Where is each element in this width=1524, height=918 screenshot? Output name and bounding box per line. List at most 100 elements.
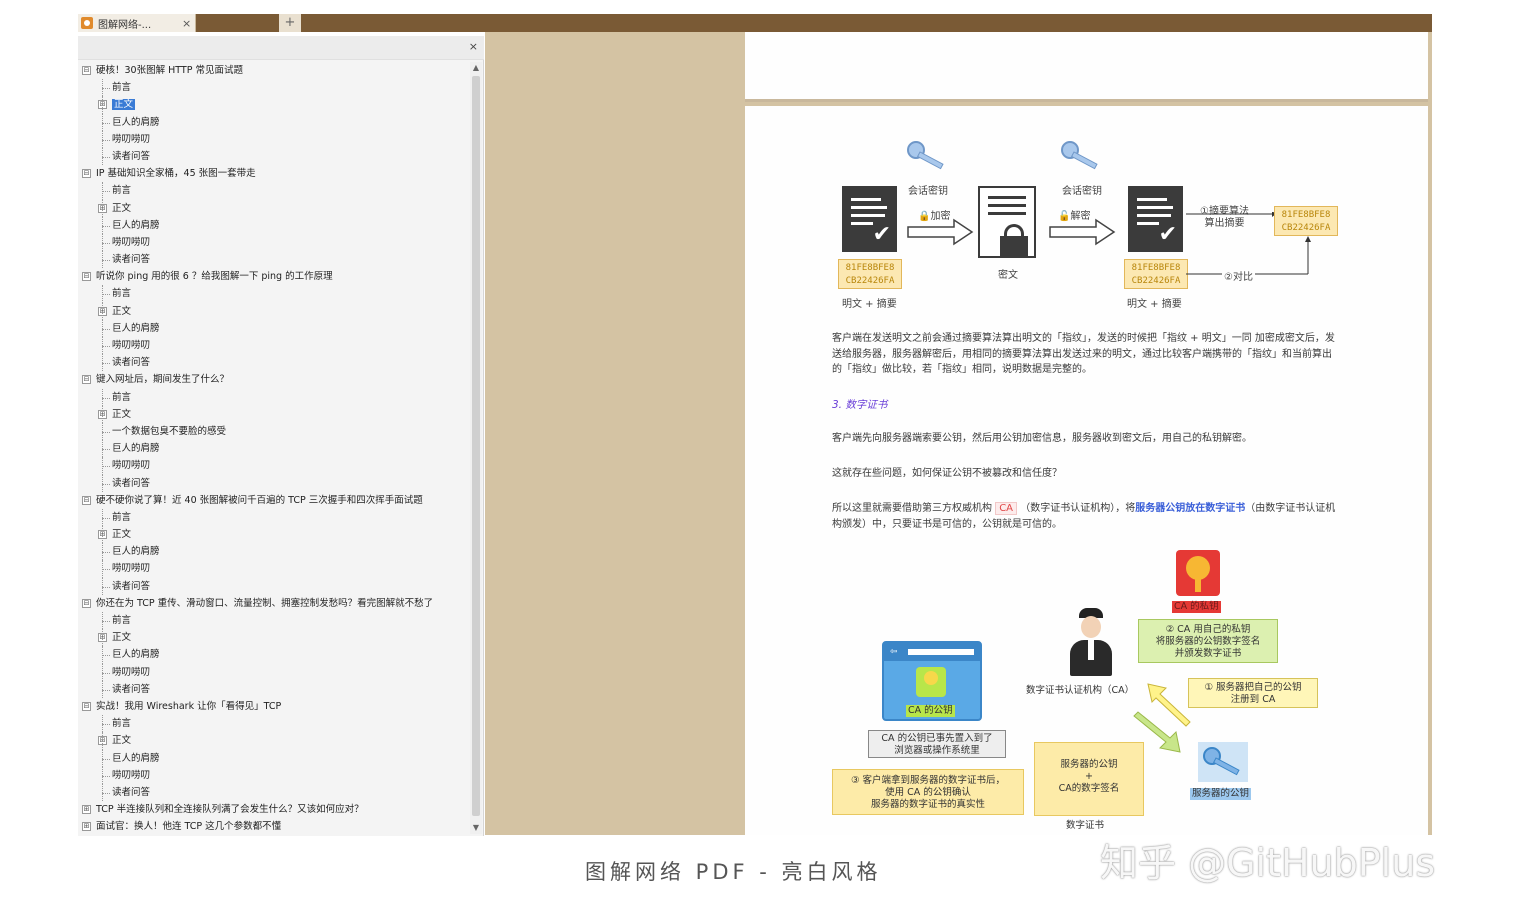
outline-section[interactable]: 读者问答 — [82, 354, 468, 372]
ca-private-key-icon — [1176, 550, 1220, 596]
close-tab-icon[interactable]: × — [182, 17, 191, 30]
outline-section[interactable]: 前言 — [82, 79, 468, 97]
collapse-icon[interactable]: ⊟ — [82, 375, 91, 385]
new-tab-button[interactable]: + — [279, 14, 301, 32]
outline-section[interactable]: 前言 — [82, 285, 468, 303]
outline-section[interactable]: 读者问答 — [82, 783, 468, 802]
outline-item-label: 巨人的肩膀 — [112, 443, 160, 455]
outline-panel: × ⊟ 硬核！30张图解 HTTP 常见面试题 前言 ⊞ 正文 巨人的肩膀 唠叨唠叨 读者问答… — [78, 36, 484, 836]
outline-section[interactable]: 读者问答 — [82, 680, 468, 698]
outline-section[interactable]: ⊞ 正文 — [82, 405, 468, 423]
collapse-icon[interactable]: ⊟ — [82, 495, 91, 505]
outline-chapter[interactable]: ⊞ 面试官：换人！他连 TCP 这几个参数都不懂 — [82, 818, 468, 835]
tree-branch-line — [102, 96, 103, 114]
outline-header: × — [78, 36, 484, 60]
scroll-down-icon[interactable]: ▼ — [470, 822, 482, 834]
outline-section[interactable]: 唠叨唠叨 — [82, 766, 468, 784]
outline-chapter[interactable]: ⊟ 硬不硬你说了算！近 40 张图解被问千百遍的 TCP 三次握手和四次挥手面试题 — [82, 492, 468, 509]
outline-section[interactable]: 唠叨唠叨 — [82, 130, 468, 148]
outline-section[interactable]: 读者问答 — [82, 147, 468, 166]
server-certificate-box: 服务器的公钥 + CA的数字签名 — [1034, 742, 1144, 816]
tree-branch-line — [102, 732, 103, 750]
outline-chapter[interactable]: ⊟ 你还在为 TCP 重传、滑动窗口、流量控制、拥塞控制发愁吗？看完图解就不愁了 — [82, 595, 468, 612]
outline-section[interactable]: 唠叨唠叨 — [82, 233, 468, 252]
outline-section[interactable]: 巨人的肩膀 — [82, 216, 468, 234]
outline-section[interactable]: 读者问答 — [82, 251, 468, 269]
tree-stub-line — [102, 397, 110, 399]
outline-chapter[interactable]: ⊞ TCP 半连接队列和全连接队列满了会发生什么？又该如何应对？ — [82, 801, 468, 818]
outline-section[interactable]: ⊞ 正文 — [82, 302, 468, 320]
close-outline-icon[interactable]: × — [469, 40, 478, 53]
expand-icon[interactable]: ⊞ — [82, 822, 91, 832]
tree-stub-line — [102, 792, 110, 794]
outline-section[interactable]: 前言 — [82, 182, 468, 200]
outline-section[interactable]: 唠叨唠叨 — [82, 560, 468, 578]
outline-chapter[interactable]: ⊟ IP 基础知识全家桶，45 张图一套带走 — [82, 165, 468, 182]
outline-section[interactable]: 巨人的肩膀 — [82, 646, 468, 664]
previous-page — [745, 32, 1428, 102]
hash-box-middle: 81FE8BFE8 CB22426FA — [1124, 259, 1188, 289]
outline-section[interactable]: ⊞ 正文 — [82, 199, 468, 217]
expand-icon[interactable]: ⊞ — [82, 805, 91, 815]
app-icon — [81, 17, 93, 29]
collapse-icon[interactable]: ⊟ — [82, 701, 91, 711]
outline-item-label: 巨人的肩膀 — [112, 116, 160, 128]
outline-section[interactable]: ⊞ 正文 — [82, 629, 468, 647]
collapse-icon[interactable]: ⊟ — [82, 169, 91, 179]
outline-item-label: 正文 — [112, 202, 132, 214]
outline-chapter[interactable]: ⊟ 硬核！30张图解 HTTP 常见面试题 — [82, 62, 468, 79]
outline-section[interactable]: 唠叨唠叨 — [82, 337, 468, 355]
outline-section[interactable]: 唠叨唠叨 — [82, 457, 468, 475]
collapse-icon[interactable]: ⊟ — [82, 66, 91, 75]
outline-item-label: 前言 — [112, 288, 132, 300]
outline-section[interactable]: 前言 — [82, 388, 468, 406]
outline-section[interactable]: 巨人的肩膀 — [82, 319, 468, 337]
outline-section[interactable]: 巨人的肩膀 — [82, 543, 468, 561]
outline-item-label: 唠叨唠叨 — [112, 460, 151, 472]
ciphertext-document-icon — [978, 186, 1036, 258]
tree-stub-line — [102, 552, 110, 554]
tree-stub-line — [102, 294, 110, 296]
tree-stub-line — [102, 225, 110, 227]
outline-section[interactable]: 前言 — [82, 715, 468, 733]
server-public-key-label: 服务器的公钥 — [1190, 788, 1252, 800]
document-tab[interactable]: 图解网络-... × — [78, 14, 196, 32]
outline-section[interactable]: 唠叨唠叨 — [82, 663, 468, 681]
outline-section[interactable]: 读者问答 — [82, 474, 468, 492]
outline-section[interactable]: 巨人的肩膀 — [82, 749, 468, 767]
outline-section[interactable]: 前言 — [82, 612, 468, 630]
tree-stub-line — [102, 466, 110, 468]
tree-stub-line — [102, 621, 110, 622]
ca-public-key-label: CA 的公钥 — [906, 705, 955, 717]
outline-section[interactable]: 巨人的肩膀 — [82, 440, 468, 458]
outline-section[interactable]: ⊞ 正文 — [82, 526, 468, 544]
outline-item-label: 读者问答 — [112, 150, 151, 162]
outline-item-label: 正文 — [112, 408, 132, 420]
scroll-up-icon[interactable]: ▲ — [470, 62, 482, 74]
scroll-thumb[interactable] — [472, 76, 480, 816]
collapse-icon[interactable]: ⊟ — [82, 272, 91, 282]
outline-section[interactable]: ⊞ 正文 — [82, 732, 468, 750]
outline-section[interactable]: 巨人的肩膀 — [82, 113, 468, 131]
tree-stub-line — [102, 655, 110, 657]
tree-stub-line — [102, 88, 110, 90]
outline-section[interactable]: ⊞ 正文 — [82, 96, 468, 114]
collapse-icon[interactable]: ⊟ — [82, 598, 91, 608]
outline-item-label: 读者问答 — [112, 477, 151, 489]
outline-item-label: 硬不硬你说了算！近 40 张图解被问千百遍的 TCP 三次握手和四次挥手面试题 — [96, 494, 423, 506]
outline-item-label: 唠叨唠叨 — [112, 236, 151, 248]
zhihu-watermark: 知乎 @GitHubPlus — [1100, 841, 1436, 885]
outline-chapter[interactable]: ⊟ 实战！我用 Wireshark 让你「看得见」TCP — [82, 698, 468, 715]
image-caption: 图解网络 PDF - 亮白风格 — [585, 860, 882, 884]
plaintext-document-icon: ✔ — [842, 186, 897, 252]
outline-chapter[interactable]: ⊟ 听说你 ping 用的很 6 ？给我图解一下 ping 的工作原理 — [82, 268, 468, 285]
outline-item-label: 唠叨唠叨 — [112, 769, 151, 781]
outline-chapter[interactable]: ⊟ 键入网址后，期间发生了什么？ — [82, 371, 468, 388]
outline-section[interactable]: 前言 — [82, 508, 468, 527]
session-key-label-left: 会话密钥 — [908, 186, 948, 197]
server-public-key-icon — [1198, 742, 1248, 782]
outline-item-label: 前言 — [112, 391, 132, 403]
outline-section[interactable]: 一个数据包臭不要脸的感受 — [82, 422, 468, 441]
outline-section[interactable]: 读者问答 — [82, 577, 468, 595]
outline-scrollbar[interactable]: ▲ ▼ — [470, 62, 482, 834]
